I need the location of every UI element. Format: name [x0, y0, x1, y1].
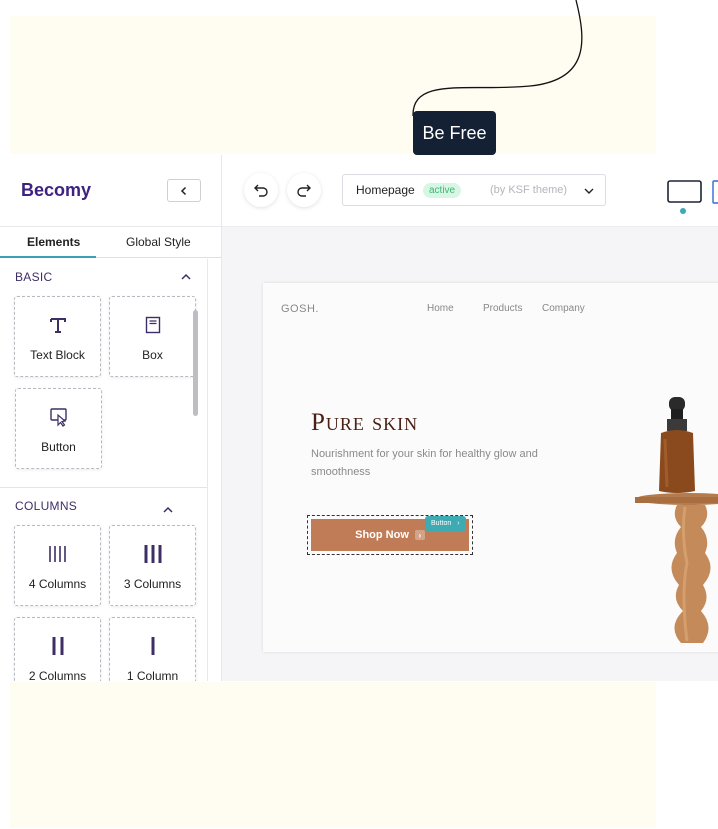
four-columns-icon	[15, 542, 100, 566]
undo-icon	[254, 184, 268, 197]
site-header: GOSH. Home Products Company	[263, 283, 718, 337]
hero-subtitle[interactable]: Nourishment for your skin for healthy gl…	[311, 445, 541, 481]
editor-canvas[interactable]: GOSH. Home Products Company Pure skin No…	[222, 227, 718, 681]
site-nav-home[interactable]: Home	[427, 303, 454, 314]
redo-button[interactable]	[287, 173, 321, 207]
section-title-basic: BASIC	[15, 270, 53, 284]
sidebar-tabs: Elements Global Style	[0, 227, 221, 258]
page-selector-dropdown[interactable]: Homepage active (by KSF theme)	[342, 174, 606, 206]
site-brand[interactable]: GOSH.	[281, 303, 319, 315]
two-columns-icon	[15, 634, 100, 658]
decorative-curve	[412, 0, 583, 116]
hero-title[interactable]: Pure skin	[311, 409, 418, 437]
chevron-right-icon: ›	[457, 520, 460, 527]
element-card-label: 2 Columns	[28, 669, 87, 681]
top-toolbar: Homepage active (by KSF theme)	[222, 155, 718, 227]
arrow-right-icon: ›	[414, 530, 425, 540]
active-tab-indicator	[0, 256, 96, 258]
element-card-label: Box	[142, 348, 163, 362]
status-badge: active	[423, 183, 462, 198]
sidebar: Becomy Elements Global Style BASIC Text …	[0, 155, 222, 681]
three-columns-icon	[110, 542, 195, 566]
page-name: Homepage	[356, 183, 415, 197]
tablet-view-icon[interactable]	[712, 180, 718, 205]
chevron-up-icon[interactable]	[161, 503, 175, 517]
chevron-left-icon	[180, 186, 187, 195]
element-card-label: Button	[41, 440, 76, 454]
element-card-2-columns[interactable]: 2 Columns	[14, 617, 101, 681]
element-card-label: 3 Columns	[123, 577, 182, 591]
sidebar-scrollbar[interactable]	[193, 310, 198, 416]
chevron-down-icon	[584, 188, 594, 194]
element-card-3-columns[interactable]: 3 Columns	[109, 525, 196, 606]
elements-panel[interactable]: BASIC Text Block Box Button COLUMNS 4 Co…	[0, 259, 208, 681]
element-card-label: 4 Columns	[28, 577, 87, 591]
tab-global-style[interactable]: Global Style	[126, 235, 191, 249]
stage: Be Free Becomy Elements Global Style BAS…	[0, 0, 718, 829]
element-card-label: 1 Column	[126, 669, 179, 681]
tab-elements[interactable]: Elements	[27, 235, 80, 249]
desktop-view-icon[interactable]	[667, 180, 702, 205]
page-builder-window: Becomy Elements Global Style BASIC Text …	[0, 155, 718, 681]
website-preview[interactable]: GOSH. Home Products Company Pure skin No…	[263, 283, 718, 652]
element-card-box[interactable]: Box	[109, 296, 196, 377]
selected-element-type: Button	[431, 520, 452, 527]
box-icon	[110, 313, 195, 337]
product-image-serum-bottle	[635, 397, 718, 643]
background-panel-bottom	[10, 682, 656, 828]
element-card-4-columns[interactable]: 4 Columns	[14, 525, 101, 606]
undo-button[interactable]	[244, 173, 278, 207]
site-nav-company[interactable]: Company	[542, 303, 585, 314]
chevron-up-icon[interactable]	[179, 270, 193, 284]
text-icon	[15, 313, 100, 337]
collapse-sidebar-button[interactable]	[167, 179, 201, 202]
app-logo: Becomy	[21, 180, 92, 200]
element-card-button[interactable]: Button	[15, 388, 102, 469]
element-card-1-column[interactable]: 1 Column	[109, 617, 196, 681]
one-column-icon	[110, 634, 195, 658]
element-card-text-block[interactable]: Text Block	[14, 296, 101, 377]
sidebar-header: Becomy	[0, 155, 221, 227]
site-nav-products[interactable]: Products	[483, 303, 522, 314]
section-title-columns: COLUMNS	[15, 499, 78, 513]
section-divider	[0, 487, 207, 488]
redo-icon	[297, 184, 311, 197]
element-card-label: Text Block	[30, 348, 85, 362]
selected-element-tag[interactable]: Button ›	[425, 516, 466, 531]
theme-label: (by KSF theme)	[490, 184, 568, 196]
shop-now-label: Shop Now	[355, 529, 409, 541]
button-cursor-icon	[16, 405, 101, 429]
be-free-badge[interactable]: Be Free	[413, 111, 496, 155]
active-device-indicator	[680, 208, 686, 214]
